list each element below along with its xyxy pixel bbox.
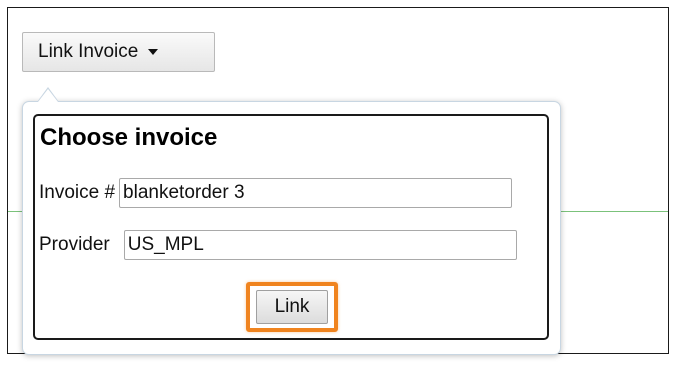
link-invoice-label: Link Invoice <box>38 41 139 62</box>
invoice-number-input[interactable] <box>119 178 513 208</box>
popover-arrow <box>37 87 59 102</box>
provider-label: Provider <box>39 234 110 255</box>
invoice-number-label: Invoice # <box>39 182 116 203</box>
caret-down-icon <box>148 49 159 55</box>
invoice-row: Invoice # <box>39 178 513 208</box>
link-invoice-dropdown-button[interactable]: Link Invoice <box>22 32 215 72</box>
provider-row: Provider <box>39 230 517 260</box>
provider-input[interactable] <box>123 230 517 260</box>
link-button[interactable]: Link <box>256 290 328 324</box>
link-button-highlight: Link <box>246 282 338 332</box>
choose-invoice-popover: Choose invoice Invoice # Provider Link <box>22 87 561 355</box>
popover-title: Choose invoice <box>40 124 218 151</box>
choose-invoice-panel: Choose invoice Invoice # Provider Link <box>33 114 549 340</box>
